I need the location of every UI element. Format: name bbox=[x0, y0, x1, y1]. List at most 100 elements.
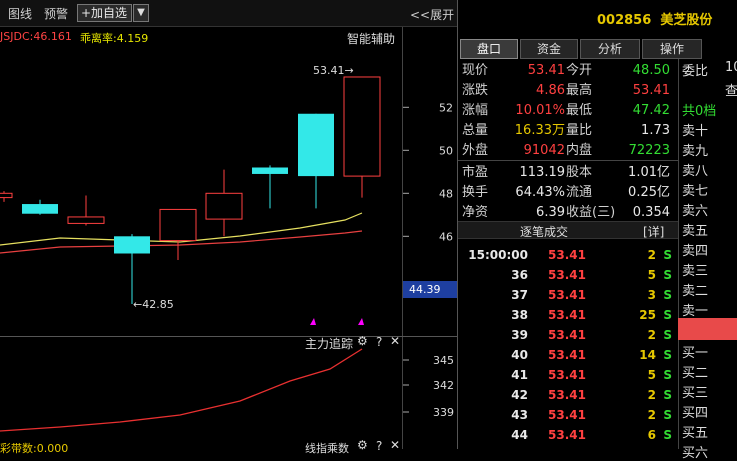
trade-volume: 2 bbox=[647, 388, 656, 402]
trade-time: 36 bbox=[511, 268, 528, 282]
trade-volume: 2 bbox=[647, 248, 656, 262]
gear-icon[interactable]: ⚙ bbox=[357, 438, 368, 452]
quote-row: 涨跌 4.86 最高 53.41 bbox=[460, 81, 675, 101]
quote-label: 净资 bbox=[462, 205, 489, 220]
trade-price: 53.41 bbox=[548, 408, 586, 422]
trade-price: 53.41 bbox=[548, 268, 586, 282]
candle-body bbox=[252, 167, 288, 174]
trade-side: S bbox=[663, 268, 672, 282]
trade-time: 39 bbox=[511, 328, 528, 342]
trade-side: S bbox=[663, 368, 672, 382]
trade-volume: 5 bbox=[647, 268, 656, 282]
quote-value: 72223 bbox=[628, 143, 670, 158]
quote-value: 1.73 bbox=[641, 123, 670, 138]
quote-label: 涨跌 bbox=[462, 83, 489, 98]
trade-volume: 6 bbox=[647, 428, 656, 442]
main-force-line bbox=[0, 348, 363, 432]
tab-funds[interactable]: 资金 bbox=[520, 39, 578, 59]
trade-row: 42 53.41 2 S bbox=[458, 385, 678, 405]
ribbon-count-label: 彩带数:0.000 bbox=[0, 442, 69, 455]
lower-tick-label: 345 bbox=[433, 354, 454, 367]
candlestick-chart[interactable]: 53.41→ ←42.85 bbox=[0, 0, 402, 336]
trade-time: 42 bbox=[511, 388, 528, 402]
trade-side: S bbox=[663, 248, 672, 262]
quote-value: 6.39 bbox=[536, 205, 565, 220]
trade-side: S bbox=[663, 308, 672, 322]
sell-level-label: 卖五 bbox=[682, 224, 709, 239]
sell-level-label: 卖九 bbox=[682, 144, 709, 159]
trade-row: 37 53.41 3 S bbox=[458, 285, 678, 305]
price-tick-label: 46 bbox=[439, 230, 453, 243]
trade-volume: 2 bbox=[647, 328, 656, 342]
signal-marker bbox=[358, 318, 364, 325]
trade-time: 43 bbox=[511, 408, 528, 422]
commission-ratio-value: 10 bbox=[725, 60, 737, 75]
trade-price: 53.41 bbox=[548, 428, 586, 442]
quote-label: 量比 bbox=[566, 123, 593, 138]
quote-label: 换手 bbox=[462, 185, 489, 200]
lower-tick-label: 339 bbox=[433, 406, 454, 419]
orderbook-separator bbox=[678, 59, 679, 449]
query-button[interactable]: 查 bbox=[725, 80, 737, 99]
quote-value: 10.01% bbox=[515, 103, 565, 118]
price-limit-bar bbox=[678, 318, 737, 340]
candle-body bbox=[22, 204, 58, 214]
trade-price: 53.41 bbox=[548, 308, 586, 322]
quote-label: 市盈 bbox=[462, 165, 489, 180]
sell-level-label: 卖八 bbox=[682, 164, 709, 179]
tab-orderbook[interactable]: 盘口 bbox=[460, 39, 518, 59]
sell-level-label: 卖七 bbox=[682, 184, 709, 199]
trade-time: 44 bbox=[511, 428, 528, 442]
trade-row: 38 53.41 25 S bbox=[458, 305, 678, 325]
help-icon[interactable]: ? bbox=[376, 439, 382, 453]
price-axis: 52 50 48 46 345 342 339 bbox=[403, 101, 454, 419]
buy-level-label: 买五 bbox=[682, 426, 709, 441]
price-tick-label: 48 bbox=[439, 187, 453, 200]
trade-row: 39 53.41 2 S bbox=[458, 325, 678, 345]
quote-value: 113.19 bbox=[519, 165, 566, 180]
buy-level-label: 买一 bbox=[682, 346, 709, 361]
quote-label: 流通 bbox=[566, 185, 593, 200]
tab-operation[interactable]: 操作 bbox=[642, 39, 702, 59]
tab-analysis[interactable]: 分析 bbox=[580, 39, 640, 59]
trade-row: 40 53.41 14 S bbox=[458, 345, 678, 365]
candle-body bbox=[205, 192, 243, 220]
quote-value: 4.86 bbox=[536, 83, 565, 98]
buy-level-label: 买二 bbox=[682, 366, 709, 381]
current-price-marker: 44.39 bbox=[403, 281, 457, 298]
sell-level-label: 卖三 bbox=[682, 264, 709, 279]
quote-label: 外盘 bbox=[462, 143, 489, 158]
trade-volume: 2 bbox=[647, 408, 656, 422]
candle-body bbox=[159, 208, 197, 242]
tick-detail-link[interactable]: [详] bbox=[643, 223, 664, 240]
quote-row: 总量 16.33万 量比 1.73 bbox=[460, 121, 675, 141]
trade-side: S bbox=[663, 428, 672, 442]
quote-value: 1.01亿 bbox=[628, 165, 670, 180]
close-icon[interactable]: ✕ bbox=[390, 438, 400, 452]
buy-level-label: 买四 bbox=[682, 406, 709, 421]
trade-row: 44 53.41 6 S bbox=[458, 425, 678, 445]
quote-divider bbox=[458, 160, 678, 161]
candle-body bbox=[67, 216, 105, 224]
trade-time: 15:00:00 bbox=[468, 248, 528, 262]
quote-value: 0.354 bbox=[632, 205, 670, 220]
candle-body bbox=[0, 192, 13, 199]
quote-label: 现价 bbox=[462, 63, 489, 78]
tick-trades-title: 逐笔成交 bbox=[520, 225, 569, 239]
trade-volume: 5 bbox=[647, 368, 656, 382]
stock-code: 002856 美芝股份 bbox=[597, 13, 713, 28]
signal-marker bbox=[310, 318, 316, 325]
quote-value: 53.41 bbox=[527, 63, 565, 78]
sell-level-label: 卖十 bbox=[682, 124, 709, 139]
quote-value: 16.33万 bbox=[514, 123, 565, 138]
price-tick-label: 50 bbox=[439, 144, 453, 157]
quote-row: 外盘 91042 内盘 72223 bbox=[460, 141, 675, 161]
main-force-chart bbox=[0, 348, 363, 432]
lower-tick-label: 342 bbox=[433, 379, 454, 392]
quote-value: 47.42 bbox=[632, 103, 670, 118]
sell-level-label: 卖二 bbox=[682, 284, 709, 299]
quote-label: 最低 bbox=[566, 103, 593, 118]
quote-value: 53.41 bbox=[632, 83, 670, 98]
trade-volume: 14 bbox=[639, 348, 656, 362]
trade-price: 53.41 bbox=[548, 328, 586, 342]
